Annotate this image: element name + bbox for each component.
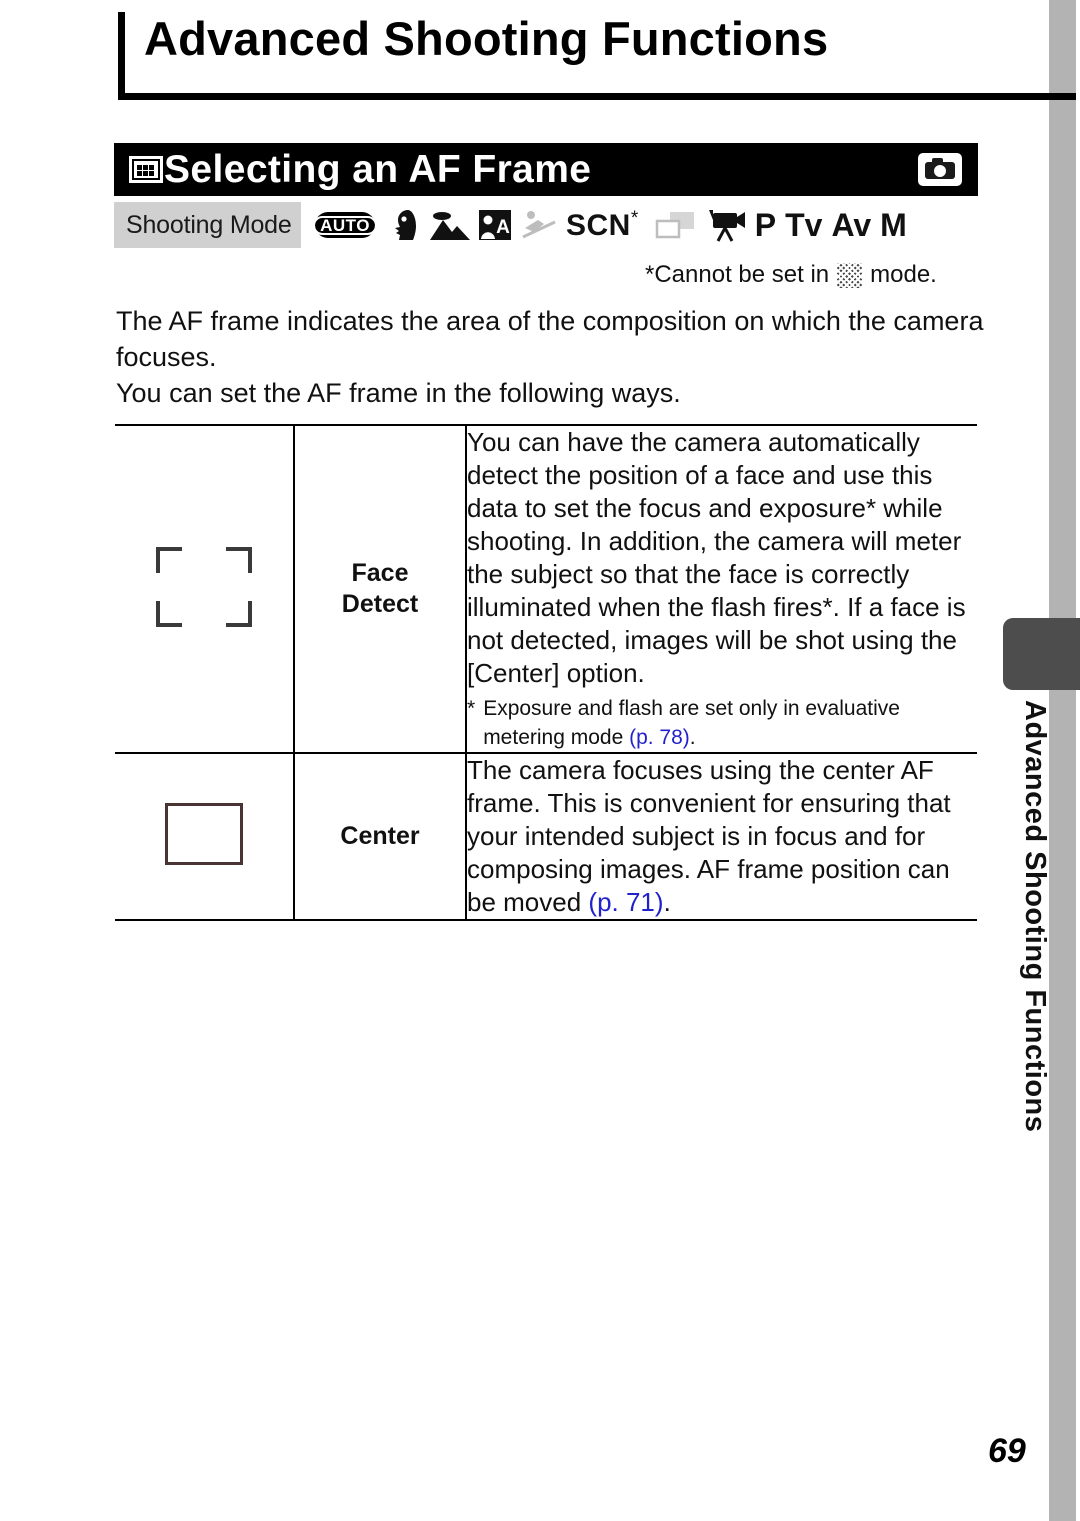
center-name-line1: Center — [340, 822, 420, 850]
face-detect-footnote: * Exposure and flash are set only in eva… — [467, 694, 977, 752]
af-frame-options-table: Face Detect You can have the camera auto… — [115, 424, 977, 921]
face-detect-name-line1: Face — [351, 559, 409, 587]
scene-mode-icon: SCN* — [566, 208, 639, 242]
center-description-cell: The camera focuses using the center AF f… — [466, 752, 977, 921]
shutter-priority-mode-letter: Tv — [785, 207, 823, 243]
night-scene-mode-icon: A — [479, 210, 511, 240]
shooting-mode-bar: Shooting Mode AUTO A SCN* P Tv Av M — [114, 202, 978, 248]
center-frame-icon — [165, 803, 243, 865]
shooting-mode-label: Shooting Mode — [126, 210, 292, 239]
footnote-tail: . — [689, 726, 696, 749]
portrait-mode-icon — [385, 208, 419, 242]
shooting-mode-icon-list: AUTO A SCN* P Tv Av M — [301, 202, 978, 248]
face-detect-icon-cell — [115, 424, 294, 754]
sports-mode-icon — [521, 210, 557, 240]
center-description: The camera focuses using the center AF f… — [467, 755, 951, 917]
section-header: Selecting an AF Frame — [114, 143, 978, 196]
chapter-title-frame: Advanced Shooting Functions — [118, 12, 1076, 100]
table-row: Center The camera focuses using the cent… — [115, 752, 977, 921]
face-detect-name-cell: Face Detect — [293, 424, 467, 754]
mode-footnote: *Cannot be set in mode. — [645, 261, 937, 289]
manual-page: Advanced Shooting Functions Selecting an… — [0, 0, 1080, 1521]
mode-footnote-after: mode. — [870, 261, 937, 288]
face-detect-description: You can have the camera automatically de… — [467, 427, 966, 688]
dither-mode-icon — [837, 262, 863, 288]
af-frame-grid-icon — [129, 156, 163, 183]
program-mode-letter: P — [754, 207, 777, 243]
mode-footnote-before: *Cannot be set in — [645, 261, 830, 288]
center-name-cell: Center — [293, 752, 467, 921]
stitch-assist-mode-icon — [655, 210, 695, 240]
page-reference-link-78[interactable]: (p. 78) — [629, 726, 690, 749]
footnote-body: Exposure and flash are set only in evalu… — [483, 694, 977, 752]
face-detect-name-line2: Detect — [341, 590, 419, 618]
intro-text: The AF frame indicates the area of the c… — [116, 303, 996, 411]
camera-icon — [918, 153, 962, 186]
page-number: 69 — [988, 1432, 1026, 1470]
manual-mode-letter: M — [880, 207, 907, 243]
chapter-side-label: Advanced Shooting Functions — [1019, 700, 1051, 1133]
page-reference-link-71[interactable]: (p. 71) — [588, 887, 663, 917]
auto-mode-icon: AUTO — [313, 212, 377, 238]
page-title: Advanced Shooting Functions — [144, 12, 829, 65]
center-icon-cell — [115, 752, 294, 921]
center-description-paragraph: The camera focuses using the center AF f… — [467, 754, 977, 919]
svg-text:A: A — [496, 217, 510, 238]
landscape-mode-icon — [430, 210, 470, 240]
section-title: Selecting an AF Frame — [164, 147, 592, 191]
table-row: Face Detect You can have the camera auto… — [115, 424, 977, 754]
movie-mode-icon — [705, 208, 749, 242]
right-edge-strip — [1049, 0, 1076, 1521]
aperture-priority-mode-letter: Av — [831, 207, 872, 243]
intro-line-1: The AF frame indicates the area of the c… — [116, 306, 984, 372]
face-detect-description-cell: You can have the camera automatically de… — [466, 424, 977, 754]
center-description-tail: . — [663, 887, 671, 917]
footnote-marker: * — [467, 697, 476, 720]
chapter-tab-marker — [1003, 618, 1080, 690]
face-detect-frame-icon — [156, 546, 252, 627]
intro-line-2: You can set the AF frame in the followin… — [116, 378, 681, 408]
